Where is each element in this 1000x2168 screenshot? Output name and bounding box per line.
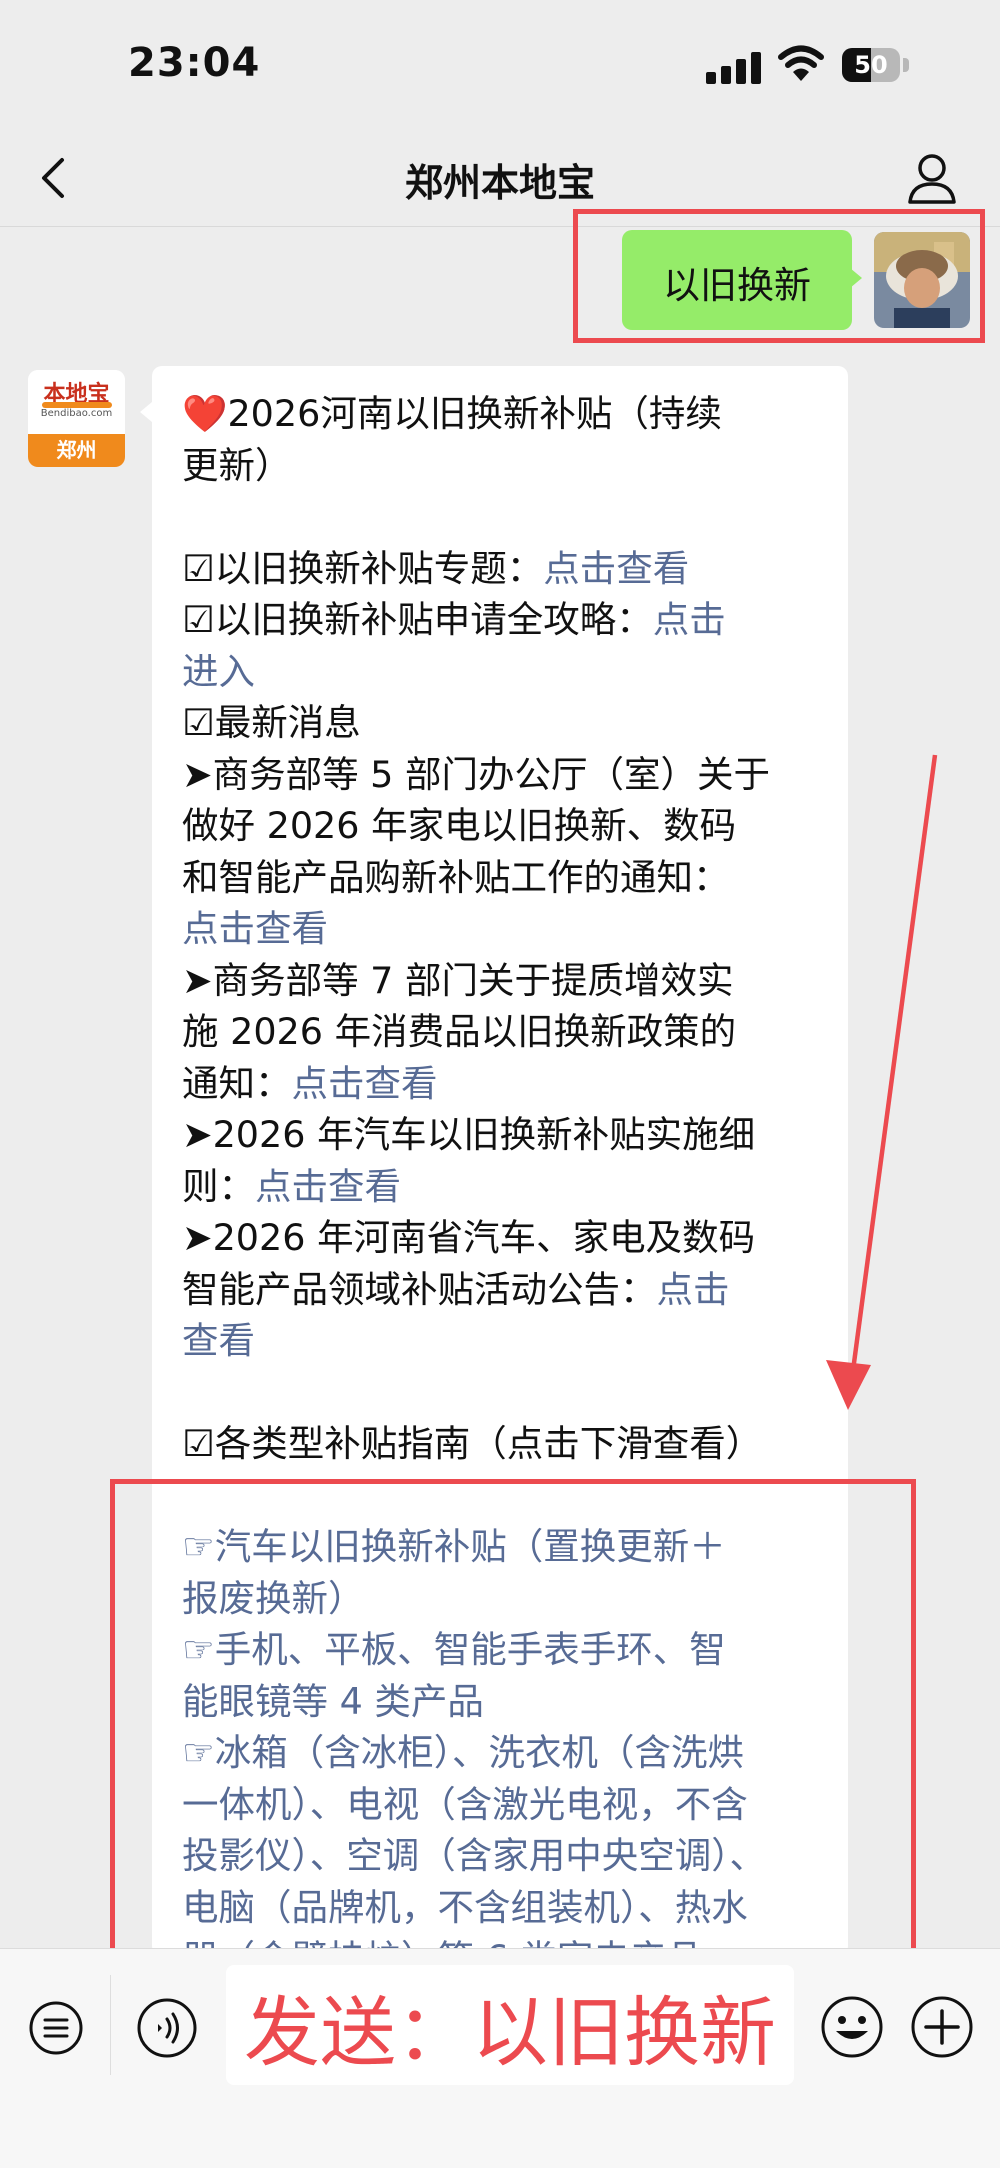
message-link[interactable]: 点击查看	[255, 1165, 401, 1208]
message-link[interactable]: 点击查看	[182, 907, 328, 950]
message-link[interactable]: 点击	[657, 1268, 730, 1311]
emoji-button[interactable]	[820, 1995, 884, 2059]
account-avatar[interactable]: 本地宝 Bendibao.com 郑州	[28, 370, 125, 467]
message-line: ☑以旧换新补贴专题：点击查看	[182, 543, 832, 595]
message-text: 2026河南以旧换新补贴（持续	[227, 392, 722, 435]
status-bar: 23:04 50	[0, 0, 1000, 130]
status-time: 23:04	[128, 40, 261, 86]
message-text: 做好 2026 年家电以旧换新、数码	[182, 804, 737, 847]
menu-list-icon	[29, 2001, 83, 2055]
voice-button[interactable]	[136, 1997, 198, 2059]
plus-button[interactable]	[910, 1995, 974, 2059]
message-text: ☑各类型补贴指南（点击下滑查看）	[182, 1422, 763, 1465]
message-text: 智能产品领域补贴活动公告：	[182, 1267, 657, 1311]
message-line: 和智能产品购新补贴工作的通知：	[182, 852, 832, 904]
message-line: 智能产品领域补贴活动公告：点击	[182, 1264, 832, 1316]
annotation-send-instruction: 发送：以旧换新	[244, 1988, 776, 2077]
message-line	[182, 1367, 832, 1419]
input-bar: 发送：以旧换新	[0, 1948, 1000, 2168]
heart-icon: ❤️	[182, 392, 228, 435]
menu-list-button[interactable]	[27, 1999, 85, 2057]
voice-icon	[137, 1998, 197, 2058]
highlight-box-guides	[110, 1479, 916, 1972]
account-logo-subtext: Bendibao.com	[40, 408, 113, 419]
message-line: ➤2026 年汽车以旧换新补贴实施细	[182, 1109, 832, 1161]
message-text: 通知：	[182, 1061, 292, 1105]
message-text: ☑以旧换新补贴专题：	[182, 546, 544, 590]
message-text: ☑以旧换新补贴申请全攻略：	[182, 598, 653, 641]
emoji-icon	[821, 1996, 883, 2058]
message-line: ➤商务部等 7 部门关于提质增效实	[182, 955, 832, 1007]
incoming-bubble-tail	[140, 402, 152, 422]
message-line: ☑各类型补贴指南（点击下滑查看）	[182, 1418, 832, 1470]
message-line: 施 2026 年消费品以旧换新政策的	[182, 1006, 832, 1058]
message-text: 则：	[182, 1164, 255, 1208]
message-input[interactable]: 发送：以旧换新	[226, 1965, 794, 2085]
battery-nub	[903, 58, 909, 72]
battery-icon: 50	[842, 48, 900, 82]
message-text: 更新）	[182, 443, 292, 487]
message-line: 查看	[182, 1315, 832, 1367]
person-icon	[908, 154, 956, 204]
message-text: ➤2026 年汽车以旧换新补贴实施细	[182, 1113, 756, 1156]
message-line: 进入	[182, 646, 832, 698]
message-link[interactable]: 点击	[653, 598, 726, 641]
message-line: 通知：点击查看	[182, 1058, 832, 1110]
message-line: ☑以旧换新补贴申请全攻略：点击	[182, 594, 832, 646]
message-line: 更新）	[182, 440, 832, 492]
message-line: 点击查看	[182, 903, 832, 955]
message-line: ➤商务部等 5 部门办公厅（室）关于	[182, 749, 832, 801]
highlight-box-outgoing	[573, 209, 985, 343]
message-link[interactable]: 点击查看	[543, 547, 689, 590]
wifi-icon	[778, 45, 824, 81]
message-link[interactable]: 查看	[182, 1319, 255, 1362]
input-bar-divider	[110, 1975, 111, 2075]
message-text: ➤2026 年河南省汽车、家电及数码	[182, 1216, 756, 1259]
cellular-signal-icon	[706, 50, 762, 84]
message-link[interactable]: 进入	[182, 650, 255, 693]
message-line: 则：点击查看	[182, 1161, 832, 1213]
profile-button[interactable]	[900, 146, 964, 210]
message-text: ➤商务部等 7 部门关于提质增效实	[182, 958, 734, 1002]
message-text: 施 2026 年消费品以旧换新政策的	[182, 1010, 737, 1053]
account-city-label: 郑州	[28, 434, 125, 467]
message-line: ❤️2026河南以旧换新补贴（持续	[182, 388, 832, 440]
message-line: 做好 2026 年家电以旧换新、数码	[182, 800, 832, 852]
message-line	[182, 491, 832, 543]
message-line: ☑最新消息	[182, 697, 832, 749]
plus-icon	[911, 1996, 973, 2058]
message-link[interactable]: 点击查看	[292, 1062, 438, 1105]
message-text: ➤商务部等 5 部门办公厅（室）关于	[182, 752, 771, 796]
message-text: ☑最新消息	[182, 701, 361, 744]
chat-title: 郑州本地宝	[404, 161, 595, 205]
battery-percentage: 50	[854, 51, 888, 79]
message-line: ➤2026 年河南省汽车、家电及数码	[182, 1212, 832, 1264]
message-text: 和智能产品购新补贴工作的通知：	[182, 855, 730, 899]
